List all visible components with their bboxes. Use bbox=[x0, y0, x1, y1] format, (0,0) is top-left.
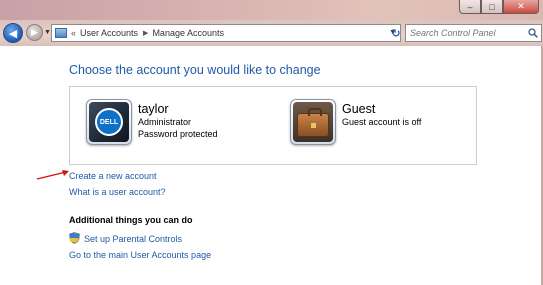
refresh-button[interactable]: ↻ bbox=[388, 25, 404, 41]
maximize-button[interactable]: □ bbox=[481, 0, 503, 14]
breadcrumb-user-accounts[interactable]: User Accounts bbox=[80, 28, 138, 38]
navigation-bar: ◀ ▶ ▼ « User Accounts ▶ Manage Accounts … bbox=[0, 20, 543, 46]
recent-pages-dropdown-icon[interactable]: ▼ bbox=[44, 29, 51, 36]
account-type: Administrator bbox=[138, 117, 192, 127]
account-password-status: Password protected bbox=[138, 129, 218, 139]
breadcrumb-chevron-icon[interactable]: ▶ bbox=[143, 29, 148, 37]
window-titlebar[interactable]: – □ ✕ bbox=[0, 0, 543, 20]
avatar-image: DELL bbox=[89, 102, 129, 142]
create-new-account-link[interactable]: Create a new account bbox=[69, 171, 157, 181]
page-title: Choose the account you would like to cha… bbox=[69, 63, 321, 77]
back-button[interactable]: ◀ bbox=[3, 23, 23, 43]
search-input[interactable] bbox=[410, 28, 528, 38]
window-caption-buttons: – □ ✕ bbox=[459, 0, 539, 14]
avatar[interactable] bbox=[290, 99, 336, 145]
red-annotation-arrow-icon bbox=[36, 170, 69, 180]
forward-button[interactable]: ▶ bbox=[26, 24, 43, 41]
account-name[interactable]: Guest bbox=[342, 102, 421, 116]
account-name[interactable]: taylor bbox=[138, 102, 218, 116]
briefcase-icon bbox=[297, 108, 329, 137]
account-tile-taylor[interactable]: DELL taylor Administrator Password prote… bbox=[86, 99, 218, 145]
what-is-user-account-link[interactable]: What is a user account? bbox=[69, 187, 166, 197]
account-info: taylor Administrator Password protected bbox=[138, 102, 218, 145]
breadcrumb-manage-accounts[interactable]: Manage Accounts bbox=[152, 28, 224, 38]
control-panel-icon bbox=[55, 28, 67, 38]
parental-controls-link[interactable]: Set up Parental Controls bbox=[84, 234, 182, 244]
minimize-button[interactable]: – bbox=[459, 0, 481, 14]
close-button[interactable]: ✕ bbox=[503, 0, 539, 14]
avatar-image bbox=[293, 102, 333, 142]
account-status: Guest account is off bbox=[342, 117, 422, 127]
accounts-panel: DELL taylor Administrator Password prote… bbox=[69, 86, 477, 165]
main-user-accounts-link[interactable]: Go to the main User Accounts page bbox=[69, 250, 211, 260]
shield-icon bbox=[69, 232, 80, 244]
dell-logo-icon: DELL bbox=[95, 108, 123, 136]
breadcrumb-overflow[interactable]: « bbox=[71, 28, 76, 38]
address-bar[interactable]: « User Accounts ▶ Manage Accounts ▼ bbox=[51, 24, 401, 42]
search-box[interactable] bbox=[405, 24, 542, 42]
additional-things-heading: Additional things you can do bbox=[69, 215, 193, 225]
avatar[interactable]: DELL bbox=[86, 99, 132, 145]
account-tile-guest[interactable]: Guest Guest account is off bbox=[290, 99, 421, 145]
search-icon[interactable] bbox=[528, 28, 538, 38]
account-info: Guest Guest account is off bbox=[342, 102, 421, 145]
main-content: Choose the account you would like to cha… bbox=[0, 46, 543, 285]
